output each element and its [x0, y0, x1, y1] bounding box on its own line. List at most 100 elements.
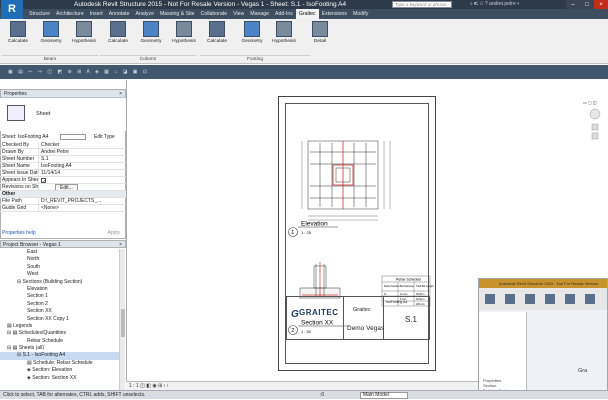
tab-manage[interactable]: Manage	[247, 9, 272, 19]
ribbon-tool-calculate-3[interactable]: Calculate	[102, 21, 134, 44]
tab-annotate[interactable]: Annotate	[106, 9, 133, 19]
project-browser-tree: East North South West ⊟ Sections (Building S…	[0, 249, 119, 390]
property-value[interactable]: IsoFooting A4	[38, 163, 126, 169]
tree-node[interactable]: South	[0, 264, 119, 271]
tree-node[interactable]: East	[0, 249, 119, 256]
revit-logo-icon[interactable]: R	[1, 0, 23, 19]
tab-collaborate[interactable]: Collaborate	[198, 9, 231, 19]
property-value[interactable]: 11/14/14	[38, 170, 126, 176]
tree-node[interactable]: Section 2	[0, 301, 119, 308]
property-row[interactable]: File Path D:\_REVIT_PROJECTS_...	[0, 198, 126, 205]
close-icon[interactable]: ×	[119, 90, 122, 98]
sheet-type-icon	[7, 105, 25, 121]
tree-node[interactable]: Section XX Copy 1	[0, 316, 119, 323]
binoculars-icon[interactable]: ⌕	[470, 1, 473, 7]
tree-node[interactable]: Elevation	[0, 286, 119, 293]
ribbon-tool-geometry-1[interactable]: Geometry	[35, 21, 67, 44]
tree-node[interactable]: ▤ Legends	[0, 323, 119, 330]
property-key: Sheet Number	[2, 156, 35, 162]
tree-node[interactable]: ⊟ S.1 - IsoFooting A4	[0, 352, 119, 360]
steering-wheel-icon	[589, 108, 601, 120]
property-value[interactable]: ✓	[38, 177, 126, 183]
property-value[interactable]: D:\_REVIT_PROJECTS_...	[38, 198, 126, 204]
properties-help-link[interactable]: Properties help Apply	[0, 229, 126, 237]
property-row[interactable]: Guide Grid <None>	[0, 205, 126, 212]
selector-dropdown[interactable]	[60, 134, 86, 140]
properties-header: Properties ×	[1, 90, 125, 98]
tree-node[interactable]: West	[0, 271, 119, 278]
close-icon[interactable]: ×	[119, 241, 122, 249]
property-key: Sheet Name	[2, 163, 30, 169]
schedule-header: Rebar Number	[384, 285, 400, 288]
title-tools[interactable]: ⌕ ◩ ☆ ? andrei.petre ▾	[470, 0, 519, 9]
tree-node[interactable]: ◈ Section: Elevation	[0, 367, 119, 374]
tab-massing-site[interactable]: Massing & Site	[157, 9, 198, 19]
tab-insert[interactable]: Insert	[87, 9, 106, 19]
tab-analyze[interactable]: Analyze	[133, 9, 157, 19]
tab-architecture[interactable]: Architecture	[53, 9, 87, 19]
view1-title: Elevation	[301, 221, 328, 228]
tab-modify[interactable]: Modify	[350, 9, 371, 19]
tab-view[interactable]: View	[230, 9, 247, 19]
property-row[interactable]: Drawn By Andrei Petre	[0, 149, 126, 156]
property-row[interactable]: Sheet Issue Date 11/14/14	[0, 170, 126, 177]
edit-revisions-button[interactable]: Edit...	[55, 184, 78, 190]
tab-add-ins[interactable]: Add-Ins	[272, 9, 296, 19]
view1-number: 1	[291, 230, 294, 236]
ribbon-tool-detail-9[interactable]: Detail	[304, 21, 336, 44]
instance-selector[interactable]: Sheet: IsoFooting A4 Edit Type	[0, 133, 126, 141]
ribbon-tool-hypothesis-2[interactable]: Hypothesis	[68, 21, 100, 44]
type-name: Sheet	[36, 111, 51, 117]
property-key: Revisions on Sheet	[2, 184, 38, 190]
property-value[interactable]: Checker	[38, 142, 126, 148]
property-row[interactable]: Appears In Sheet List✓	[0, 177, 126, 184]
tree-node[interactable]: Rebar Schedule	[0, 338, 119, 345]
view-control-bar[interactable]: 1 : 1 ◫ ◧ ◉ ⊞ ‹ ›	[126, 381, 478, 390]
checkbox[interactable]: ✓	[41, 178, 46, 183]
property-value[interactable]: S.1	[38, 156, 126, 162]
ribbon-tool-calculate-0[interactable]: Calculate	[2, 21, 34, 44]
tree-node[interactable]: ▤ Schedule: Rebar Schedule	[0, 360, 119, 367]
navigation-bar[interactable]: ▭ ▢ ◫	[583, 100, 607, 144]
property-row[interactable]: Sheet Number S.1	[0, 156, 126, 163]
tree-node[interactable]: ⊟ ▤ Schedules/Quantities	[0, 330, 119, 337]
tool-label: Calculate	[8, 39, 28, 44]
ribbon-tool-hypothesis-5[interactable]: Hypothesis	[168, 21, 200, 44]
property-value[interactable]: Andrei Petre	[38, 149, 126, 155]
company-name: GRAITEC	[299, 308, 339, 317]
tree-node[interactable]: ◈ Section: Section XX	[0, 375, 119, 382]
property-section-other[interactable]: Other	[0, 191, 126, 198]
edit-type-button[interactable]: Edit Type	[94, 133, 115, 141]
property-value[interactable]: Edit...	[38, 184, 126, 190]
tree-node[interactable]: ⊟ Sections (Building Section)	[0, 279, 119, 286]
tab-extensions[interactable]: Extensions	[319, 9, 350, 19]
quick-access-toolbar[interactable]: ▣ ▤ ⇐ ⇒ ◫ ◩ ⊕ ⊞ A ◈ ▦ ⌂ ◪ ▣ ⊡	[0, 65, 608, 79]
user-name[interactable]: andrei.petre	[489, 1, 516, 7]
tab-structure[interactable]: Structure	[26, 9, 53, 19]
search-input[interactable]: Type a keyword or phrase	[392, 1, 452, 8]
tool-label: Hypothesis	[172, 39, 196, 44]
property-row[interactable]: Checked By Checker	[0, 142, 126, 149]
tree-node[interactable]: Section 1	[0, 293, 119, 300]
property-value[interactable]: <None>	[38, 205, 126, 211]
property-row[interactable]: Sheet Name IsoFooting A4	[0, 163, 126, 170]
ribbon-tool-geometry-7[interactable]: Geometry	[236, 21, 268, 44]
ribbon-tabs: Structure Architecture Insert Annotate Analy…	[0, 9, 608, 19]
ribbon-tool-hypothesis-8[interactable]: Hypothesis	[268, 21, 300, 44]
project-browser-header: Project Browser - Vegas 1 ×	[0, 240, 126, 248]
window-title: Autodesk Revit Structure 2015 - Not For …	[74, 1, 347, 8]
property-row[interactable]: Revisions on Sheet Edit...	[0, 184, 126, 191]
active-model-select[interactable]: Main Model	[360, 392, 408, 399]
tab-graitec[interactable]: Graitec	[295, 9, 319, 19]
tool-label: Geometry	[140, 39, 162, 44]
tree-node[interactable]: Section XX	[0, 308, 119, 315]
type-selector[interactable]: Sheet	[0, 98, 126, 131]
browser-scrollbar[interactable]	[119, 249, 125, 390]
ribbon-tool-calculate-6[interactable]: Calculate	[201, 21, 233, 44]
property-key: Checked By	[2, 142, 29, 148]
tree-node[interactable]: ⊟ ▤ Sheets (all)	[0, 345, 119, 352]
tree-node[interactable]: North	[0, 256, 119, 263]
secondary-window-thumbnail[interactable]: Autodesk Revit Structure 2015 - Not For …	[478, 278, 608, 399]
ribbon-tool-geometry-4[interactable]: Geometry	[135, 21, 167, 44]
apply-button[interactable]: Apply	[107, 229, 120, 237]
